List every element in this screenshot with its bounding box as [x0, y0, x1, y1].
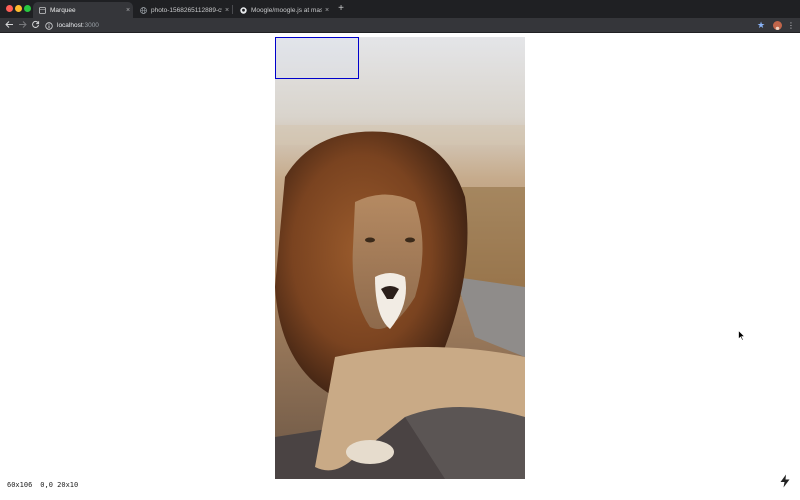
new-tab-button[interactable]: + — [335, 3, 347, 15]
window-close-button[interactable] — [6, 5, 13, 12]
window-maximize-button[interactable] — [24, 5, 31, 12]
forward-button[interactable] — [17, 20, 28, 31]
marquee-status: 60x106 0,0 20x10 — [7, 481, 78, 489]
reload-icon — [32, 20, 40, 28]
bookmark-star-icon[interactable]: ★ — [756, 20, 766, 31]
tab-github[interactable]: Moogle/moogle.js at master · M × — [234, 2, 332, 18]
address-bar[interactable]: localhost :3000 — [44, 19, 768, 32]
profile-avatar[interactable] — [773, 21, 782, 30]
tab-close-icon[interactable]: × — [222, 7, 232, 14]
lion-photo[interactable] — [275, 37, 525, 479]
tab-close-icon[interactable]: × — [322, 7, 332, 14]
tab-marquee[interactable]: Marquee × — [33, 2, 133, 18]
window-minimize-button[interactable] — [15, 5, 22, 12]
browser-toolbar: localhost :3000 ★ ⋮ — [0, 18, 800, 33]
marquee-size-readout: 60x106 — [7, 481, 33, 489]
arrow-right-icon — [19, 21, 27, 28]
tab-title: Marquee — [50, 6, 76, 14]
mouse-pointer-icon — [738, 330, 746, 341]
back-button[interactable] — [4, 20, 15, 31]
reload-button[interactable] — [30, 20, 41, 31]
tab-separator — [232, 5, 233, 14]
url-host: localhost — [57, 22, 83, 29]
tab-close-icon[interactable]: × — [123, 7, 133, 14]
globe-icon — [140, 6, 147, 14]
page-icon — [39, 6, 46, 14]
tab-strip: Marquee × photo-1568265112889-c9d3f × Mo… — [0, 0, 800, 18]
arrow-left-icon — [5, 21, 13, 28]
page-viewport: 60x106 0,0 20x10 — [0, 33, 800, 500]
marquee-rect-readout: 0,0 20x10 — [40, 481, 79, 489]
tab-title: Moogle/moogle.js at master · M — [251, 6, 322, 14]
url-port: :3000 — [82, 22, 99, 29]
more-menu-icon[interactable]: ⋮ — [787, 20, 795, 31]
tab-photo[interactable]: photo-1568265112889-c9d3f × — [134, 2, 232, 18]
github-icon — [240, 6, 247, 14]
tab-title: photo-1568265112889-c9d3f — [151, 6, 222, 14]
lightning-bolt-icon[interactable] — [779, 474, 791, 488]
info-icon[interactable] — [44, 21, 53, 30]
marquee-selection[interactable] — [275, 37, 359, 79]
